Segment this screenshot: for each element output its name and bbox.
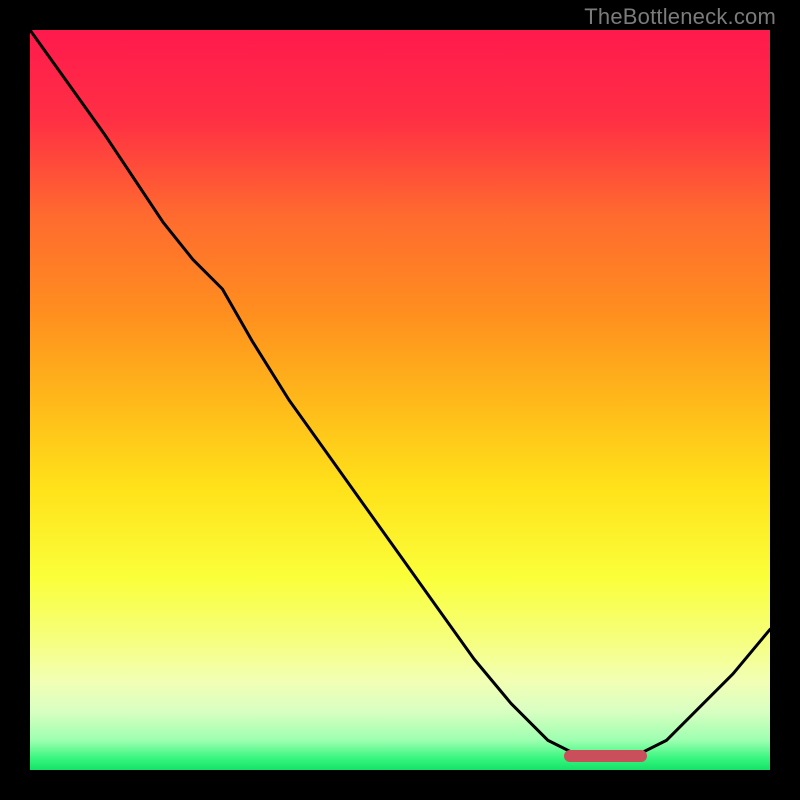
optimal-marker: [564, 750, 647, 762]
chart-wrap: TheBottleneck.com: [0, 0, 800, 800]
gradient-rect: [30, 30, 770, 770]
watermark: TheBottleneck.com: [584, 4, 776, 30]
gradient-background: [30, 30, 770, 770]
plot-area: [30, 30, 770, 770]
